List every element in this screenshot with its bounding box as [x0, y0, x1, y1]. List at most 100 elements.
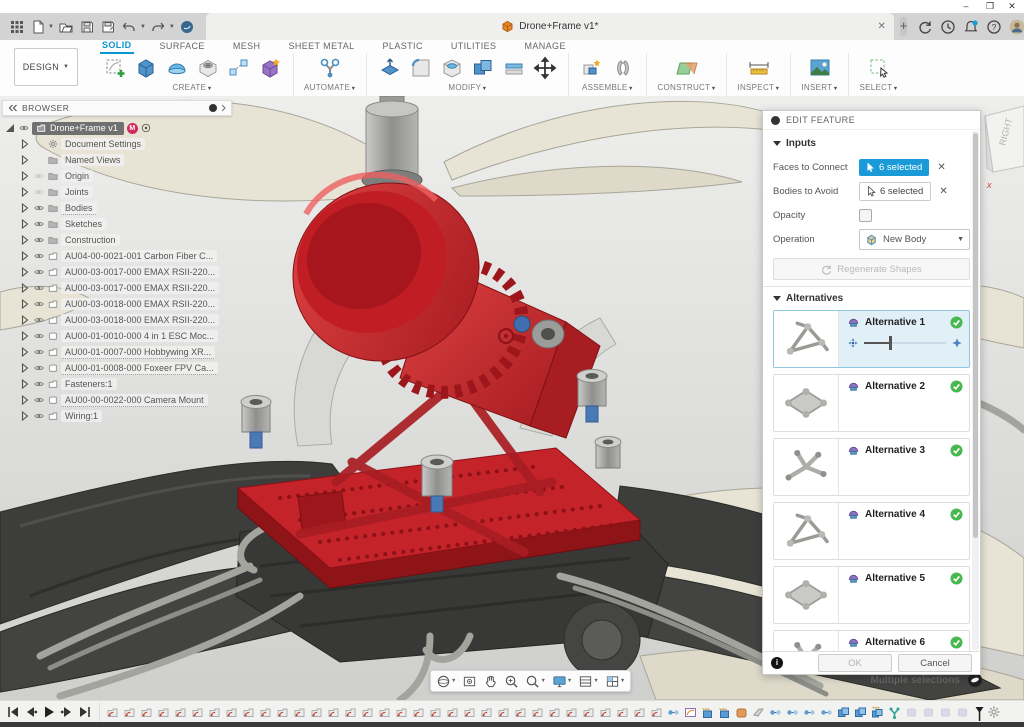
select-group-label[interactable]: SELECT ▼ [859, 83, 898, 92]
browser-item[interactable]: Named Views [2, 152, 232, 168]
alternative-thumbnail[interactable] [774, 439, 839, 495]
browser-header[interactable]: BROWSER [2, 100, 232, 116]
timeline-component-icon[interactable] [650, 706, 664, 721]
visibility-eye-icon[interactable] [33, 235, 44, 246]
browser-item[interactable]: AU00-00-0022-000 Camera Mount [2, 392, 232, 408]
document-tab[interactable]: Drone+Frame v1* ✕ [206, 13, 894, 40]
browser-item[interactable]: Origin [2, 168, 232, 184]
expand-triangle-icon[interactable] [4, 123, 15, 134]
timeline-component-icon[interactable] [310, 706, 324, 721]
alternative-row[interactable]: Alternative 5 [773, 566, 970, 624]
expand-triangle-icon[interactable] [19, 363, 30, 374]
pattern-icon[interactable] [226, 55, 252, 81]
alternative-thumbnail[interactable] [774, 311, 839, 367]
timeline-extrude-warn-icon[interactable] [718, 706, 732, 721]
timeline-component-icon[interactable] [174, 706, 188, 721]
viewport[interactable]: RIGHT x BROWSER Drone+Frame v1MDocument … [0, 96, 1024, 700]
visibility-eye-off-icon[interactable] [33, 187, 44, 198]
browser-item[interactable]: Sketches [2, 216, 232, 232]
automate-group-label[interactable]: AUTOMATE ▼ [304, 83, 356, 92]
expand-triangle-icon[interactable] [19, 139, 30, 150]
expand-triangle-icon[interactable] [19, 411, 30, 422]
browser-item[interactable]: Construction [2, 232, 232, 248]
alternative-thumbnail[interactable] [774, 375, 839, 431]
visibility-eye-icon[interactable] [33, 411, 44, 422]
timeline-component-icon[interactable] [361, 706, 375, 721]
timeline-component-icon[interactable] [548, 706, 562, 721]
notifications-icon[interactable] [963, 19, 979, 35]
zoom-icon[interactable] [504, 674, 519, 689]
visibility-eye-icon[interactable] [33, 299, 44, 310]
timeline-component-icon[interactable] [395, 706, 409, 721]
timeline-component-icon[interactable] [140, 706, 154, 721]
timeline-component-icon[interactable] [293, 706, 307, 721]
display-settings-icon[interactable]: ▼ [552, 674, 572, 689]
similarity-slider[interactable] [847, 337, 963, 349]
play-button[interactable] [42, 705, 57, 719]
expand-triangle-icon[interactable] [19, 283, 30, 294]
new-tab-button[interactable]: + [900, 17, 908, 36]
timeline-component-icon[interactable] [446, 706, 460, 721]
browser-item[interactable]: AU00-03-0017-000 EMAX RSII-220... [2, 264, 232, 280]
info-icon[interactable]: i [771, 657, 783, 669]
measure-icon[interactable] [746, 55, 772, 81]
workspace-selector[interactable]: DESIGN▼ [14, 48, 78, 86]
timeline-joint-icon[interactable] [667, 706, 681, 721]
expand-triangle-icon[interactable] [19, 395, 30, 406]
file-menu-icon[interactable] [29, 18, 46, 35]
timeline-component-icon[interactable] [497, 706, 511, 721]
ribbon-tab-sheet-metal[interactable]: SHEET METAL [286, 40, 356, 53]
hole-icon[interactable] [195, 55, 221, 81]
expand-triangle-icon[interactable] [19, 331, 30, 342]
create-group-label[interactable]: CREATE ▼ [173, 83, 213, 92]
timeline-component-icon[interactable] [276, 706, 290, 721]
visibility-eye-icon[interactable] [33, 251, 44, 262]
expand-triangle-icon[interactable] [19, 315, 30, 326]
timeline-joint-icon[interactable] [803, 706, 817, 721]
joint-icon[interactable] [610, 55, 636, 81]
browser-item[interactable]: Bodies [2, 200, 232, 216]
expand-triangle-icon[interactable] [19, 187, 30, 198]
open-icon[interactable] [58, 18, 75, 35]
file-menu-caret-icon[interactable]: ▼ [48, 24, 54, 30]
timeline-generative-icon[interactable] [888, 706, 902, 721]
timeline-combine-icon[interactable] [837, 706, 851, 721]
dialog-header[interactable]: EDIT FEATURE [763, 111, 980, 130]
modify-group-label[interactable]: MODIFY ▼ [448, 83, 487, 92]
feedback-bubble-icon[interactable] [968, 673, 982, 687]
visibility-eye-icon[interactable] [33, 219, 44, 230]
timeline-component-icon[interactable] [106, 706, 120, 721]
timeline-ghost-icon[interactable] [939, 706, 953, 721]
expand-triangle-icon[interactable] [19, 347, 30, 358]
chevron-right-icon[interactable] [221, 104, 226, 112]
timeline-component-icon[interactable] [327, 706, 341, 721]
browser-item[interactable]: Document Settings [2, 136, 232, 152]
browser-item[interactable]: Joints [2, 184, 232, 200]
timeline-combine-icon[interactable] [854, 706, 868, 721]
timeline-component-icon[interactable] [157, 706, 171, 721]
grid-settings-icon[interactable]: ▼ [578, 674, 598, 689]
timeline-joint-icon[interactable] [769, 706, 783, 721]
cancel-button[interactable]: Cancel [898, 654, 972, 672]
assemble-group-label[interactable]: ASSEMBLE ▼ [582, 83, 634, 92]
browser-item[interactable]: AU00-03-0018-000 EMAX RSII-220... [2, 312, 232, 328]
bodies-selection-button[interactable]: 6 selected [859, 182, 931, 201]
visibility-eye-icon[interactable] [18, 123, 29, 134]
root-selected-chip[interactable]: Drone+Frame v1 [32, 122, 124, 135]
timeline-component-icon[interactable] [514, 706, 528, 721]
restore-button[interactable]: ❐ [980, 1, 1000, 12]
expand-triangle-icon[interactable] [19, 235, 30, 246]
faces-selection-button[interactable]: 6 selected [859, 159, 929, 176]
fillet-icon[interactable] [408, 55, 434, 81]
expand-triangle-icon[interactable] [19, 203, 30, 214]
alternative-row[interactable]: Alternative 3 [773, 438, 970, 496]
orbit-icon[interactable]: ▼ [436, 674, 456, 689]
timeline-sketch-icon[interactable] [684, 706, 698, 721]
operation-dropdown[interactable]: New Body ▼ [859, 229, 970, 250]
alternative-row[interactable]: Alternative 4 [773, 502, 970, 560]
alternative-row[interactable]: Alternative 6 [773, 630, 970, 651]
look-at-icon[interactable] [462, 674, 477, 689]
timeline-component-icon[interactable] [565, 706, 579, 721]
ribbon-tab-surface[interactable]: SURFACE [158, 40, 207, 53]
visibility-eye-icon[interactable] [33, 379, 44, 390]
